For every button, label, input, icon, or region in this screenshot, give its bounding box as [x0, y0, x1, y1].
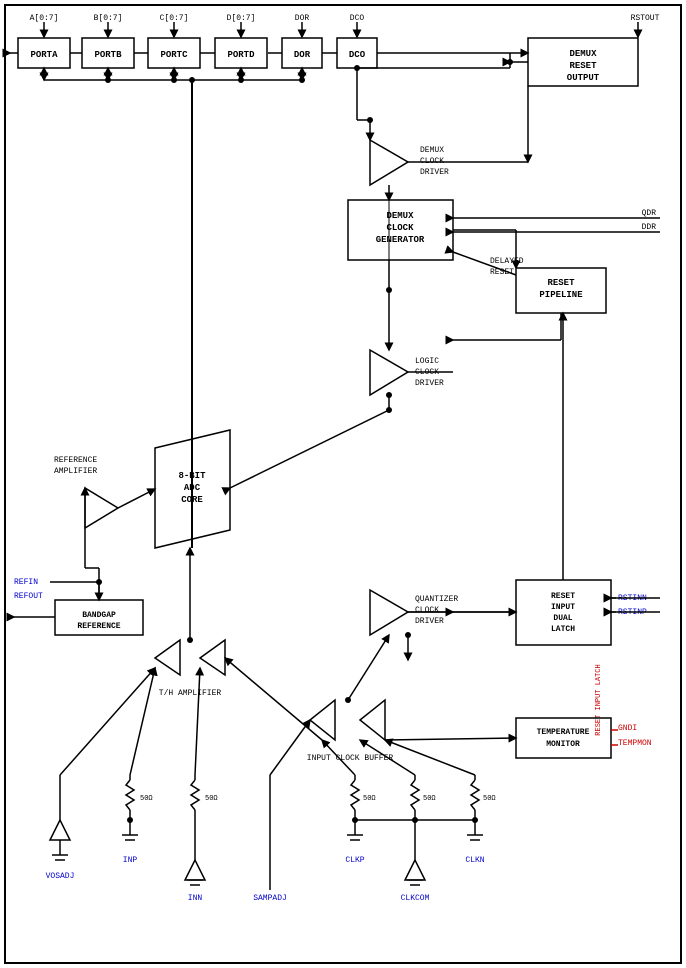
demux-clk-gen-label3: GENERATOR [376, 235, 425, 245]
portb-label: PORTB [94, 50, 122, 60]
inn-resistor-label: 50Ω [205, 795, 218, 803]
reset-input-dual-latch-label2: INPUT [551, 603, 575, 612]
reset-input-dual-latch-label3: DUAL [553, 614, 572, 623]
rstout-label: RSTOUT [631, 14, 660, 23]
sampadj-label: SAMPADJ [253, 894, 287, 903]
vosadj-label: VOSADJ [46, 872, 75, 881]
dco-box-label: DCO [349, 50, 366, 60]
quant-clk-driver-label1: QUANTIZER [415, 595, 458, 604]
dco-pin-label: DCO [350, 14, 365, 23]
inp-label: INP [123, 856, 138, 865]
input-clk-buffer-label: INPUT CLOCK BUFFER [307, 754, 394, 763]
portc-label: PORTC [160, 50, 188, 60]
demux-clock-driver-label3: DRIVER [420, 168, 449, 177]
demux-reset-output-label1: DEMUX [569, 49, 597, 59]
portd-label: PORTD [227, 50, 255, 60]
quant-clk-driver-label2: CLOCK [415, 606, 439, 615]
temp-monitor-label1: TEMPERATURE [537, 728, 590, 737]
clkcom-resistor-label: 50Ω [423, 795, 436, 803]
clkp-resistor-label: 50Ω [363, 795, 376, 803]
clkn-resistor-label: 50Ω [483, 795, 496, 803]
temp-monitor-label2: MONITOR [546, 740, 580, 749]
porta-label: PORTA [30, 50, 58, 60]
reset-input-dual-latch-label4: LATCH [551, 625, 575, 634]
a07-label: A[0:7] [30, 14, 59, 23]
tempmon-label: TEMPMON [618, 739, 652, 748]
refout-label: REFOUT [14, 592, 43, 601]
bandgap-ref-label2: REFERENCE [77, 622, 120, 631]
quant-clk-driver-label3: DRIVER [415, 617, 444, 626]
logic-clk-driver-label1: LOGIC [415, 357, 439, 366]
qdr-label: QDR [642, 209, 657, 218]
dor-box-label: DOR [294, 50, 311, 60]
inp-resistor-label: 50Ω [140, 795, 153, 803]
demux-clock-driver-label1: DEMUX [420, 146, 444, 155]
c07-label: C[0:7] [160, 14, 189, 23]
reset-pipeline-label2: PIPELINE [539, 290, 583, 300]
reset-input-dual-latch-label1: RESET [551, 592, 575, 601]
bandgap-ref-label1: BANDGAP [82, 611, 116, 620]
b07-label: B[0:7] [94, 14, 123, 23]
ref-amp-label1: REFERENCE [54, 456, 97, 465]
reset-pipeline-label1: RESET [547, 278, 575, 288]
demux-reset-output-label3: OUTPUT [567, 73, 600, 83]
logic-clk-driver-label3: DRIVER [415, 379, 444, 388]
clkp-label: CLKP [345, 856, 364, 865]
demux-reset-output-label2: RESET [569, 61, 597, 71]
ddr-label: DDR [642, 223, 657, 232]
refin-label: REFIN [14, 578, 38, 587]
clkcom-label: CLKCOM [401, 894, 430, 903]
clkn-label: CLKN [465, 856, 484, 865]
demux-clk-gen-label2: CLOCK [386, 223, 414, 233]
block-diagram: PORTA A[0:7] PORTB B[0:7] PORTC C[0:7] P… [0, 0, 686, 968]
dor-pin-label: DOR [295, 14, 310, 23]
th-amp-label: T/H AMPLIFIER [159, 689, 222, 698]
inn-label: INN [188, 894, 203, 903]
demux-clk-gen-label1: DEMUX [386, 211, 414, 221]
delayed-reset-label1: DELAYED [490, 257, 524, 266]
gndi-label: GNDI [618, 724, 637, 733]
ref-amp-label2: AMPLIFIER [54, 467, 97, 476]
reset-input-latch-label: RESET INPUT LATCH [595, 664, 603, 735]
d07-label: D[0:7] [227, 14, 256, 23]
